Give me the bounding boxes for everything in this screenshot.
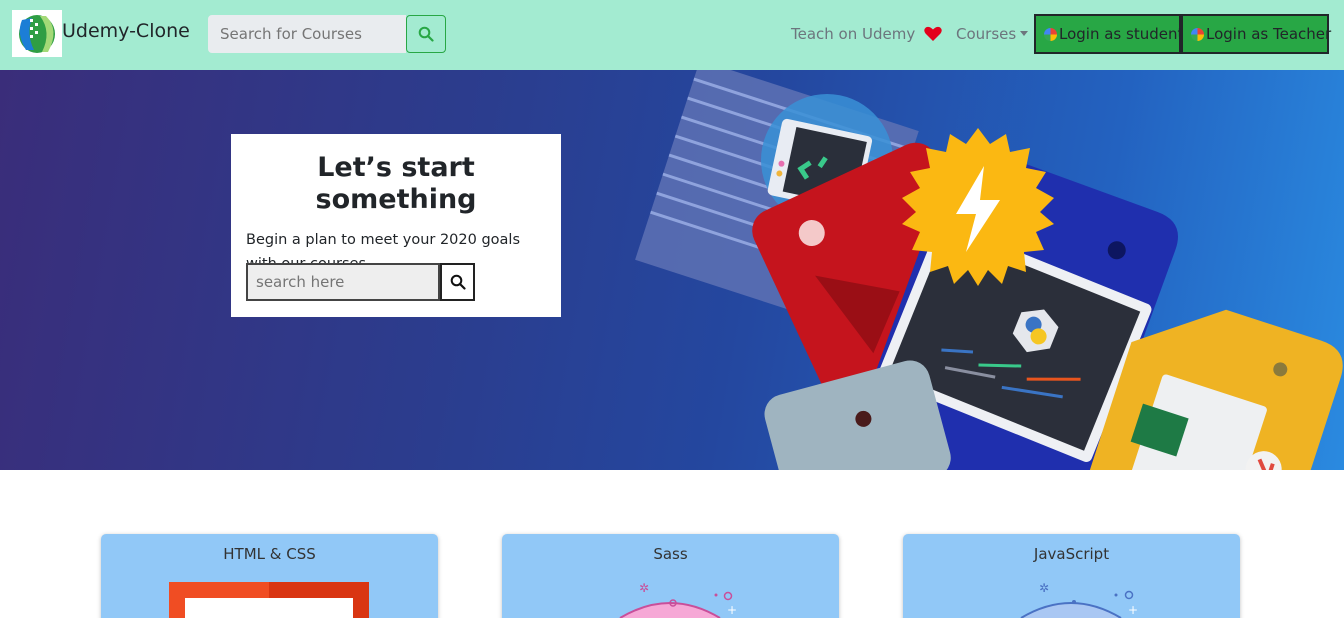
html-css-course-image <box>169 582 369 618</box>
teach-link[interactable]: Teach on Udemy <box>791 25 915 43</box>
sass-course-image: ✲ + <box>619 581 737 618</box>
course-search-input[interactable] <box>208 15 406 53</box>
search-icon <box>418 26 434 42</box>
caret-down-icon <box>1020 31 1029 36</box>
wishlist-link[interactable] <box>923 24 943 44</box>
course-card-html-css[interactable]: HTML & CSS <box>101 534 438 618</box>
course-card-javascript[interactable]: JavaScript ✲ + <box>903 534 1240 618</box>
navbar: Udemy-Clone Teach on Udemy Courses Login… <box>0 0 1344 70</box>
heart-icon <box>924 26 942 41</box>
javascript-course-image: ✲ + <box>1020 581 1138 618</box>
search-icon <box>450 274 466 290</box>
hero-search-button[interactable] <box>440 263 475 301</box>
svg-text:+: + <box>1128 603 1138 617</box>
course-title: Sass <box>653 545 688 563</box>
course-card-sass[interactable]: Sass ✲ + <box>502 534 839 618</box>
login-student-button[interactable]: Login as student <box>1034 14 1184 54</box>
hero-illustration <box>635 70 1343 470</box>
svg-text:+: + <box>727 603 737 617</box>
google-icon <box>1044 27 1057 41</box>
login-teacher-button[interactable]: Login as Teacher <box>1181 14 1332 54</box>
login-student-label: Login as student <box>1059 25 1184 43</box>
courses-dropdown-label: Courses <box>956 25 1017 43</box>
svg-text:✲: ✲ <box>1039 581 1049 595</box>
svg-text:✲: ✲ <box>639 581 649 595</box>
brand-name[interactable]: Udemy-Clone <box>62 20 190 42</box>
hero-banner: Let’s start something Begin a plan to me… <box>0 70 1344 470</box>
google-icon <box>1191 27 1204 41</box>
login-teacher-label: Login as Teacher <box>1206 25 1332 43</box>
course-title: HTML & CSS <box>223 545 316 563</box>
brand-logo[interactable] <box>12 10 62 57</box>
course-title: JavaScript <box>1033 545 1110 563</box>
hero-search-input[interactable] <box>246 263 440 301</box>
hero-title: Let’s start something <box>315 152 477 215</box>
hero-card: Let’s start something Begin a plan to me… <box>231 134 561 317</box>
courses-dropdown[interactable]: Courses <box>956 25 1029 43</box>
course-search-button[interactable] <box>406 15 446 53</box>
